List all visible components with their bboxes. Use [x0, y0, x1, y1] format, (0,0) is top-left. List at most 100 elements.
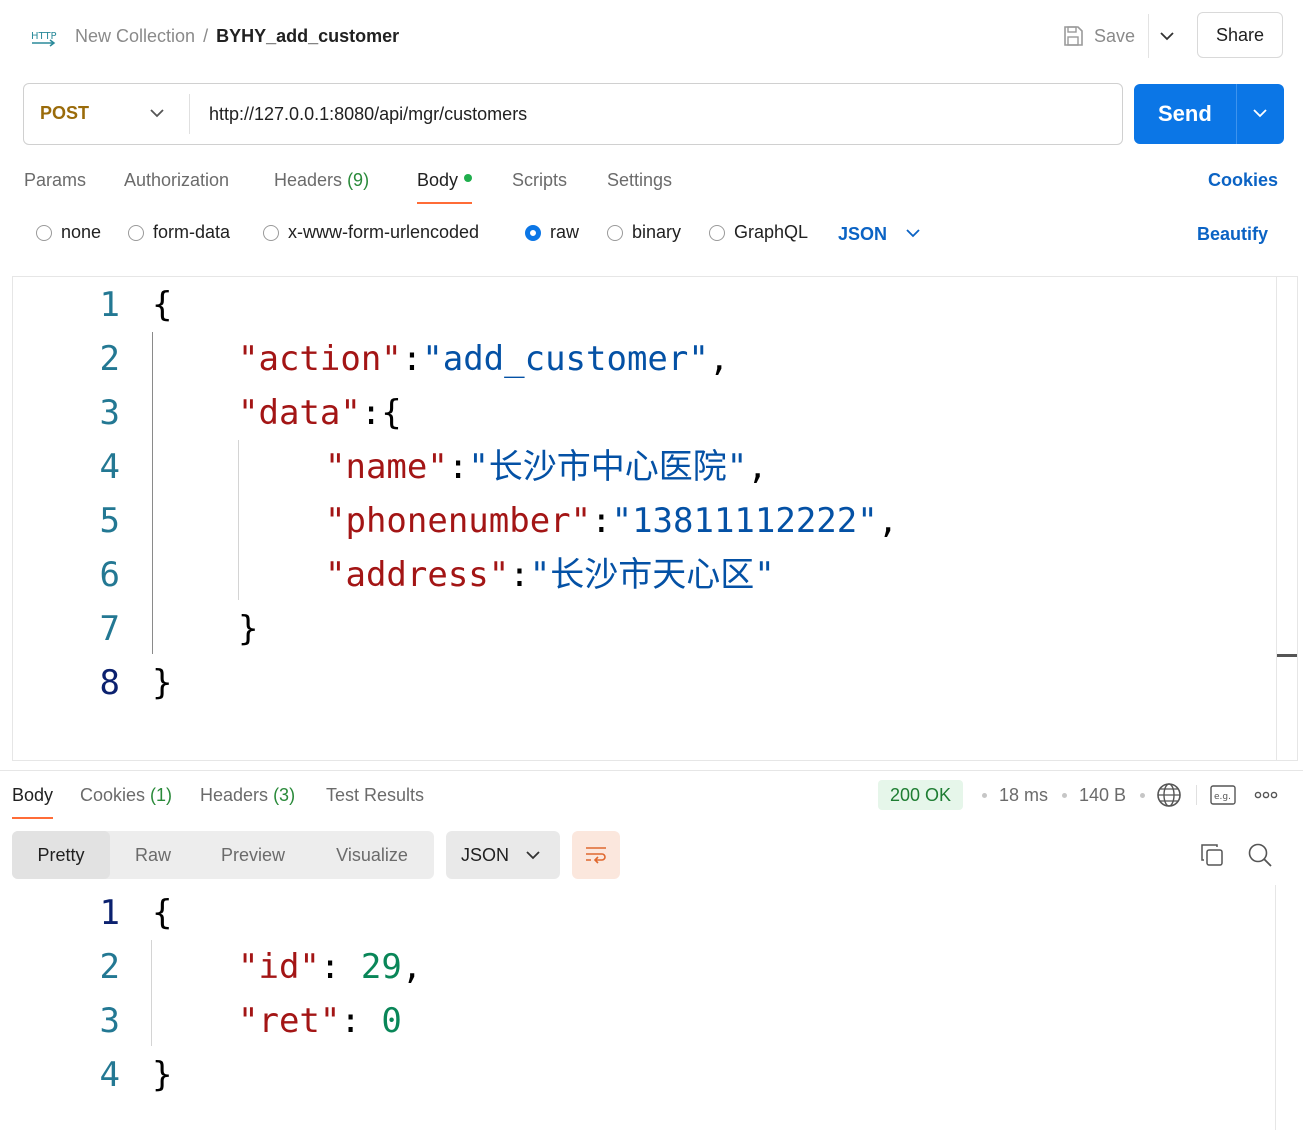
json-punctuation: :	[401, 339, 423, 379]
response-format-label: JSON	[461, 845, 510, 865]
tab-scripts[interactable]: Scripts	[512, 168, 567, 192]
search-icon[interactable]	[1247, 842, 1273, 868]
tab-params[interactable]: Params	[24, 168, 86, 192]
view-visualize[interactable]: Visualize	[310, 831, 434, 879]
json-punctuation: {	[152, 285, 173, 325]
json-punctuation: :	[509, 555, 530, 595]
header-divider	[1148, 14, 1149, 58]
radio-binary[interactable]: binary	[607, 222, 681, 243]
status-badge[interactable]: 200 OK	[878, 780, 964, 810]
headers-count: (9)	[347, 170, 370, 190]
code-line: "name":"长沙市中心医院",	[325, 440, 768, 494]
radio-circle[interactable]	[128, 224, 144, 241]
radio-circle[interactable]	[36, 224, 52, 241]
response-scrollbar[interactable]	[1275, 885, 1276, 1130]
copy-icon[interactable]	[1199, 842, 1225, 868]
line-number: 1	[99, 285, 120, 325]
editor-scrollbar[interactable]	[1276, 277, 1277, 760]
breadcrumb-collection[interactable]: New Collection	[75, 26, 195, 46]
url-bar: POST	[23, 83, 1123, 145]
view-raw[interactable]: Raw	[110, 831, 196, 879]
radio-circle[interactable]	[263, 224, 279, 241]
response-tab-cookies[interactable]: Cookies (1)	[80, 783, 172, 807]
json-number: 29	[360, 947, 402, 987]
view-pretty[interactable]: Pretty	[12, 831, 110, 879]
indent-guide	[151, 940, 152, 1046]
json-key: "address"	[325, 555, 510, 595]
radio-raw[interactable]: raw	[525, 222, 579, 243]
response-size[interactable]: 140 B	[1079, 783, 1126, 807]
code-line: "ret": 0	[238, 994, 402, 1048]
json-key: "action"	[238, 339, 402, 379]
share-button[interactable]: Share	[1197, 12, 1283, 58]
tab-authorization[interactable]: Authorization	[124, 168, 229, 192]
url-input[interactable]	[209, 94, 1099, 134]
json-string: "add_customer"	[422, 339, 709, 379]
radio-circle[interactable]	[709, 224, 725, 241]
wrap-lines-button[interactable]	[572, 831, 620, 879]
meta-dot	[1062, 793, 1067, 798]
json-punctuation: ,	[708, 339, 730, 379]
json-key: "name"	[325, 447, 448, 487]
beautify-button[interactable]: Beautify	[1197, 222, 1268, 246]
more-options-icon[interactable]	[1254, 790, 1278, 800]
json-punctuation: }	[152, 663, 173, 703]
radio-form-data[interactable]: form-data	[128, 222, 230, 243]
line-number: 2	[99, 947, 120, 987]
json-punctuation: }	[152, 1055, 173, 1095]
url-separator	[189, 94, 190, 134]
meta-dot	[1140, 793, 1145, 798]
view-preview[interactable]: Preview	[196, 831, 310, 879]
breadcrumb: New Collection / BYHY_add_customer	[75, 24, 399, 48]
pane-divider[interactable]	[0, 770, 1303, 771]
tab-headers[interactable]: Headers (9)	[274, 168, 369, 192]
response-tab-test-results[interactable]: Test Results	[326, 783, 424, 807]
code-line: }	[152, 1048, 172, 1102]
json-string: "长沙市天心区"	[529, 555, 775, 595]
svg-text:e.g.: e.g.	[1214, 792, 1231, 802]
json-key: "data"	[238, 393, 361, 433]
save-options-chevron-icon[interactable]	[1158, 28, 1176, 44]
radio-x-www-form-urlencoded[interactable]: x-www-form-urlencoded	[263, 222, 479, 243]
cookies-link[interactable]: Cookies	[1208, 168, 1278, 192]
code-line: "address":"长沙市天心区"	[325, 548, 775, 602]
line-number: 3	[99, 1001, 120, 1041]
radio-circle-selected[interactable]	[525, 224, 541, 241]
json-punctuation: ,	[401, 947, 423, 987]
send-separator	[1236, 84, 1237, 144]
method-select[interactable]: POST	[40, 103, 89, 124]
chevron-down-icon[interactable]	[149, 106, 165, 120]
json-string: "13811112222"	[611, 501, 878, 541]
json-punctuation: :	[447, 447, 469, 487]
response-format-select[interactable]: JSON	[446, 831, 560, 879]
radio-circle[interactable]	[607, 224, 623, 241]
indent-guide	[238, 440, 239, 600]
send-options-chevron-icon[interactable]	[1252, 106, 1268, 120]
chevron-down-icon[interactable]	[905, 226, 921, 240]
save-button[interactable]: Save	[1062, 24, 1135, 48]
indent-guide	[152, 332, 153, 654]
http-request-icon: HTTP	[31, 31, 57, 47]
send-button[interactable]: Send	[1134, 84, 1284, 144]
response-time[interactable]: 18 ms	[999, 783, 1048, 807]
json-number: 0	[381, 1001, 402, 1041]
request-header: HTTP New Collection / BYHY_add_customer Sa…	[0, 0, 1303, 72]
save-example-icon[interactable]: e.g.	[1210, 784, 1236, 806]
code-line: "phonenumber":"13811112222",	[325, 494, 898, 548]
body-format-select[interactable]: JSON	[838, 222, 887, 246]
radio-none[interactable]: none	[36, 222, 101, 243]
radio-graphql[interactable]: GraphQL	[709, 222, 808, 243]
line-number: 7	[99, 609, 120, 649]
code-line: {	[152, 886, 172, 940]
tab-settings[interactable]: Settings	[607, 168, 672, 192]
request-name[interactable]: BYHY_add_customer	[216, 26, 399, 46]
code-line: {	[152, 278, 172, 332]
line-number: 5	[99, 501, 120, 541]
response-tab-body[interactable]: Body	[12, 783, 54, 819]
json-key: "ret"	[238, 1001, 341, 1041]
globe-icon[interactable]	[1156, 782, 1182, 808]
meta-dot	[982, 793, 987, 798]
tab-body[interactable]: Body	[417, 168, 473, 204]
save-icon	[1064, 26, 1083, 46]
response-tab-headers[interactable]: Headers (3)	[200, 783, 295, 807]
